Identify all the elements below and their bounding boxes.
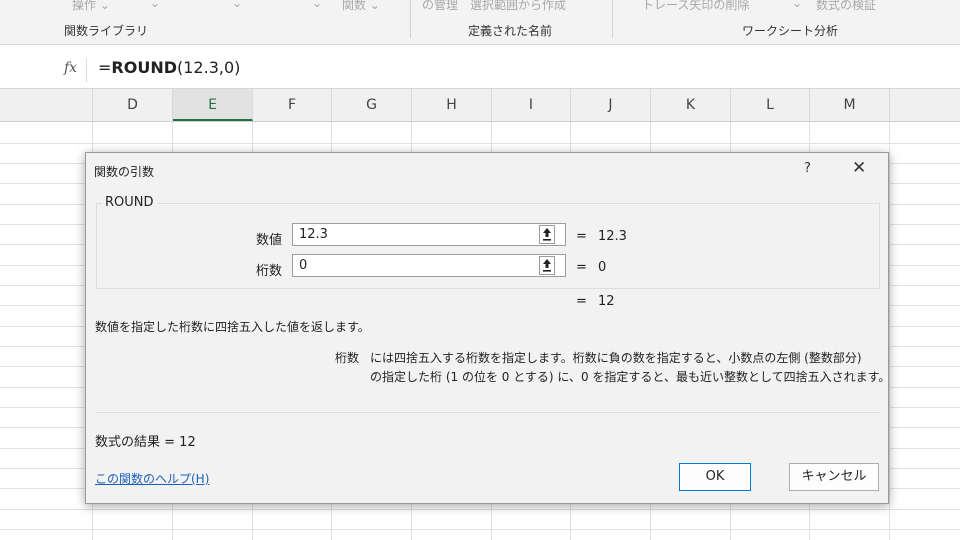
ribbon-name-manager[interactable]: の管理 [422,0,458,13]
formula-result: 数式の結果 = 12 [95,431,196,450]
collapse-arrow-icon [543,259,551,272]
formula-function: ROUND [111,58,177,77]
ribbon-group-defined-names: 定義された名前 [468,24,553,38]
argument-description-line: には四捨五入する桁数を指定します。桁数に負の数を指定すると、小数点の左側 (整数… [370,351,862,365]
function-name-label: ROUND [102,195,157,210]
formula-bar-separator [86,58,87,82]
column-header-m[interactable]: M [810,89,890,121]
digits-arg-result: 0 [598,260,607,275]
grid-line [889,122,890,540]
column-header-row: D E F G H I J K L M [0,89,960,122]
select-all-corner[interactable] [0,89,93,121]
ribbon-dropdown[interactable]: ⌄ [150,0,160,10]
collapse-dialog-button[interactable] [539,225,555,244]
formula-bar: fx =ROUND(12.3,0) [0,52,960,89]
grid-line [0,143,960,144]
grid-line [0,529,960,530]
equals-sign: = [576,229,587,244]
ribbon-remove-arrows[interactable]: トレース矢印の削除 [642,0,749,13]
ribbon-create-from-selection[interactable]: 選択範囲から作成 [470,0,566,13]
ok-button[interactable]: OK [679,463,751,491]
function-description: 数値を指定した桁数に四捨五入した値を返します。 [95,320,370,334]
formula-input[interactable]: =ROUND(12.3,0) [98,58,240,77]
number-arg-label: 数値 [256,233,283,248]
argument-description-line: の指定した桁 (1 の位を 0 とする) に、0 を指定すると、最も近い整数とし… [370,370,891,384]
close-icon[interactable]: ✕ [852,158,866,178]
formula-prefix: = [98,58,112,77]
help-link[interactable]: この関数のヘルプ(H) [95,470,209,487]
column-header-d[interactable]: D [93,89,173,121]
column-header-e[interactable]: E [173,89,253,121]
ribbon-dropdown[interactable]: ⌄ [792,0,802,10]
number-arg-result: 12.3 [598,229,627,244]
ribbon-evaluate-formula[interactable]: 数式の検証 [816,0,876,13]
column-header-l[interactable]: L [731,89,810,121]
column-header-k[interactable]: K [651,89,731,121]
formula-arguments: (12.3,0) [177,58,241,77]
dialog-title: 関数の引数 [94,165,155,179]
ribbon-operations-menu[interactable]: 操作 ⌄ [72,0,110,13]
equals-sign: = [576,260,587,275]
help-icon[interactable]: ? [804,161,811,176]
ribbon-separator [612,0,613,38]
argument-description-name: 桁数 [335,351,360,365]
grid-line [0,509,960,510]
column-header-g[interactable]: G [332,89,412,121]
function-arguments-dialog: 関数の引数 ? ✕ ROUND 数値 = 12.3 桁数 = 0 = 12 数値… [85,152,890,504]
ribbon-group-function-library: 関数ライブラリ [64,24,149,38]
cancel-button[interactable]: キャンセル [789,463,879,491]
number-arg-input[interactable] [292,223,566,246]
formula-result-value: 12 [179,435,196,450]
column-header-j[interactable]: J [571,89,651,121]
ribbon-dropdown[interactable]: ⌄ [232,0,242,10]
digits-arg-input[interactable] [292,254,566,277]
ribbon-dropdown[interactable]: ⌄ [312,0,322,10]
divider [96,412,880,413]
column-header-f[interactable]: F [253,89,332,121]
ribbon: 操作 ⌄ ⌄ ⌄ ⌄ 関数 ⌄ の管理 選択範囲から作成 トレース矢印の削除 ⌄… [0,0,960,45]
ribbon-separator [410,0,411,38]
digits-arg-label: 桁数 [256,264,283,279]
collapse-dialog-button[interactable] [539,256,555,275]
argument-description: には四捨五入する桁数を指定します。桁数に負の数を指定すると、小数点の左側 (整数… [370,349,890,387]
ribbon-functions-menu[interactable]: 関数 ⌄ [342,0,380,13]
collapse-arrow-icon [543,228,551,241]
function-result-value: 12 [598,294,615,309]
formula-result-label: 数式の結果 = [95,435,176,450]
column-header-i[interactable]: I [492,89,571,121]
column-header-h[interactable]: H [412,89,492,121]
fx-icon[interactable]: fx [64,60,77,76]
equals-sign: = [576,294,587,309]
ribbon-group-formula-auditing: ワークシート分析 [742,24,839,38]
